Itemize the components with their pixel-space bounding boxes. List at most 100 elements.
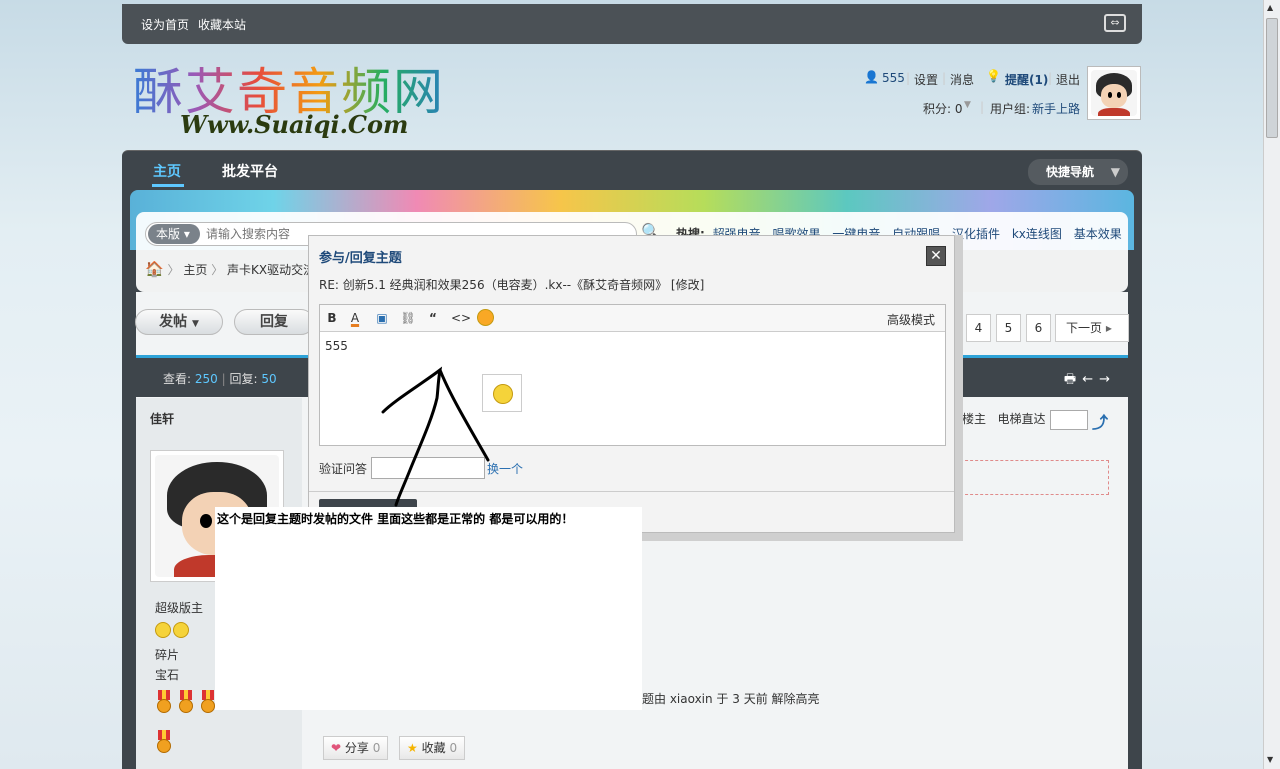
top-bar: 设为首页 收藏本站 ⇔: [122, 4, 1142, 44]
rank-stars: [155, 622, 191, 638]
next-page-button[interactable]: 下一页 ▸: [1055, 314, 1129, 342]
divider: |: [221, 372, 226, 386]
set-home-link[interactable]: 设为首页: [141, 16, 189, 33]
reminder-link[interactable]: 提醒(1): [1005, 71, 1048, 88]
floor-jump-label: 电梯直达: [997, 412, 1046, 426]
close-icon[interactable]: ✕: [926, 246, 946, 266]
reply-dialog: 参与/回复主题 ✕ RE: 创新5.1 经典润和效果256（电容麦）.kx--《…: [308, 235, 963, 541]
favorite-label: 收藏: [421, 741, 446, 755]
reply-label: 回复: [260, 314, 288, 330]
prev-thread-icon[interactable]: ←: [1082, 372, 1099, 387]
bulb-icon: 💡: [986, 69, 1001, 83]
home-icon[interactable]: 🏠: [145, 260, 164, 278]
user-group-label: 用户组:: [990, 102, 1031, 116]
new-post-label: 发帖: [159, 314, 188, 330]
reply-editor: B A ▣ ⛓ “ <> 高级模式 555: [319, 304, 946, 446]
quote-icon[interactable]: “: [424, 309, 442, 327]
advanced-mode-link[interactable]: 高级模式: [887, 311, 935, 328]
widescreen-toggle-icon[interactable]: ⇔: [1104, 14, 1126, 32]
user-group-link[interactable]: 新手上路: [1032, 100, 1080, 117]
breadcrumb-home[interactable]: 主页: [183, 263, 207, 277]
smile-icon: [155, 622, 171, 638]
points-menu[interactable]: 积分: 0: [923, 100, 963, 117]
scroll-down-icon[interactable]: ▼: [1267, 755, 1273, 764]
reply-dialog-body: 参与/回复主题 ✕ RE: 创新5.1 经典润和效果256（电容麦）.kx--《…: [308, 235, 955, 533]
nav-active-indicator: [152, 184, 184, 187]
quick-nav-label: 快捷导航: [1046, 165, 1095, 179]
page-scrollbar[interactable]: ▲ ▼: [1263, 0, 1280, 769]
divider: |: [942, 71, 947, 85]
print-icon[interactable]: 🖶: [1064, 372, 1082, 387]
medal-icon[interactable]: [155, 690, 173, 713]
bold-icon[interactable]: B: [323, 309, 341, 327]
page-4[interactable]: 4: [966, 314, 991, 342]
medals-row2: [155, 730, 177, 753]
medal-icon[interactable]: [177, 690, 195, 713]
user-icon: 👤: [864, 70, 879, 84]
link-icon[interactable]: ⛓: [399, 309, 417, 327]
floor-jump-input[interactable]: [1050, 410, 1088, 430]
avatar[interactable]: [1087, 66, 1141, 120]
verify-answer-input[interactable]: [371, 457, 485, 479]
thread-stats: 查看: 250 | 回复: 50: [163, 370, 277, 387]
angry-face-icon: [493, 384, 513, 404]
scrollbar-thumb[interactable]: [1266, 18, 1278, 138]
main-nav: 主页 批发平台 快捷导航 ▼: [122, 150, 1142, 190]
share-count: 0: [372, 741, 381, 755]
hot-item[interactable]: kx连线图: [1012, 227, 1062, 241]
author-name[interactable]: 佳轩: [150, 410, 174, 427]
floor-jump-go-icon[interactable]: ⤴: [1092, 409, 1110, 432]
quick-nav-button[interactable]: 快捷导航 ▼: [1028, 159, 1128, 185]
heart-icon: ❤: [331, 741, 342, 755]
nav-home[interactable]: 主页: [153, 161, 181, 181]
share-label: 分享: [344, 741, 369, 755]
chevron-down-icon: ▼: [964, 100, 971, 110]
divider: |: [906, 71, 911, 85]
annotation-overlay: 这个是回复主题时发帖的文件 里面这些都是正常的 都是可以用的！: [215, 507, 642, 710]
search-scope-select[interactable]: 本版 ▾: [148, 224, 200, 244]
star-icon: ★: [407, 741, 418, 755]
verify-change-link[interactable]: 换一个: [487, 460, 523, 477]
floor-owner-label: 楼主: [962, 412, 987, 426]
medal-icon[interactable]: [155, 730, 173, 753]
image-icon[interactable]: ▣: [373, 309, 391, 327]
thread-tools: 🖶←→: [1064, 370, 1116, 392]
messages-link[interactable]: 消息: [950, 71, 974, 88]
breadcrumb-forum[interactable]: 声卡KX驱动交流: [227, 263, 315, 277]
author-stat-gems: 宝石: [155, 668, 180, 682]
medals: [155, 690, 221, 713]
next-page-label: 下一页: [1066, 321, 1103, 335]
page-6[interactable]: 6: [1026, 314, 1051, 342]
chevron-down-icon: ▼: [191, 319, 199, 329]
share-button[interactable]: ❤ 分享 0: [323, 736, 389, 760]
bookmark-link[interactable]: 收藏本站: [198, 16, 246, 33]
floor-nav: 楼主 电梯直达: [962, 410, 1045, 427]
editor-content[interactable]: 555: [325, 339, 348, 353]
emoji-icon[interactable]: [477, 308, 495, 326]
page-5[interactable]: 5: [996, 314, 1021, 342]
breadcrumb-separator: 〉: [211, 263, 224, 277]
next-thread-icon[interactable]: →: [1099, 372, 1116, 387]
views-count: 250: [194, 372, 218, 386]
views-label: 查看:: [163, 372, 192, 386]
new-post-button[interactable]: 发帖 ▼: [135, 309, 223, 335]
nav-bulk-platform[interactable]: 批发平台: [222, 161, 278, 181]
reply-subject[interactable]: RE: 创新5.1 经典润和效果256（电容麦）.kx--《酥艾奇音频网》 [修…: [319, 276, 704, 293]
author-stat-fragments: 碎片: [155, 648, 180, 662]
unhighlight-note: 题由 xiaoxin 于 3 天前 解除高亮: [642, 692, 820, 706]
hot-item[interactable]: 基本效果: [1074, 227, 1122, 241]
username-link[interactable]: 555: [882, 71, 905, 85]
divider: |: [980, 100, 985, 114]
code-icon[interactable]: <>: [451, 309, 471, 327]
scroll-up-icon[interactable]: ▲: [1267, 3, 1273, 12]
breadcrumb-separator: 〉: [167, 263, 180, 277]
settings-link[interactable]: 设置: [914, 71, 938, 88]
favorite-button[interactable]: ★ 收藏 0: [399, 736, 466, 760]
author-rank: 超级版主: [155, 601, 204, 615]
dialog-footer-divider: [309, 491, 954, 492]
logout-link[interactable]: 退出: [1056, 71, 1080, 88]
reply-button[interactable]: 回复: [234, 309, 314, 335]
font-color-icon[interactable]: A: [346, 309, 364, 327]
breadcrumb: 🏠 〉 主页 〉 声卡KX驱动交流: [145, 260, 315, 278]
chevron-right-icon: ▸: [1105, 321, 1112, 335]
